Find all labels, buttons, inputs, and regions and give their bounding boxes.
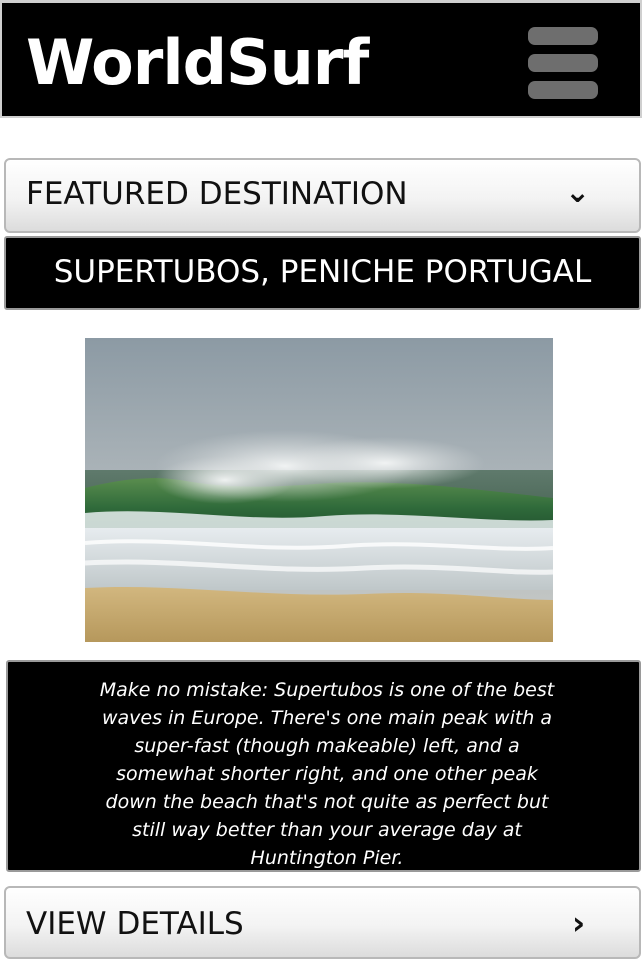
chevron-right-icon: ›: [572, 904, 586, 942]
view-details-button[interactable]: VIEW DETAILS ›: [4, 886, 641, 959]
destination-title: SUPERTUBOS, PENICHE PORTUGAL: [53, 254, 592, 290]
menu-button[interactable]: [528, 27, 598, 99]
view-details-label: VIEW DETAILS: [26, 906, 244, 942]
menu-bar-icon: [528, 81, 598, 99]
app-header: WorldSurf: [0, 0, 642, 118]
wave-illustration: [85, 338, 553, 642]
app-screen: WorldSurf FEATURED DESTINATION ⌄ SUPERTU…: [0, 0, 642, 961]
featured-destination-label: FEATURED DESTINATION: [26, 176, 408, 212]
destination-description-box: Make no mistake: Supertubos is one of th…: [6, 660, 641, 872]
chevron-down-icon: ⌄: [565, 175, 591, 210]
wave-photo: [85, 338, 553, 642]
destination-description: Make no mistake: Supertubos is one of th…: [99, 679, 555, 869]
menu-bar-icon: [528, 27, 598, 45]
menu-bar-icon: [528, 54, 598, 72]
app-logo[interactable]: WorldSurf: [26, 23, 369, 103]
destination-title-bar: SUPERTUBOS, PENICHE PORTUGAL: [4, 236, 641, 310]
featured-destination-dropdown[interactable]: FEATURED DESTINATION ⌄: [4, 158, 641, 233]
